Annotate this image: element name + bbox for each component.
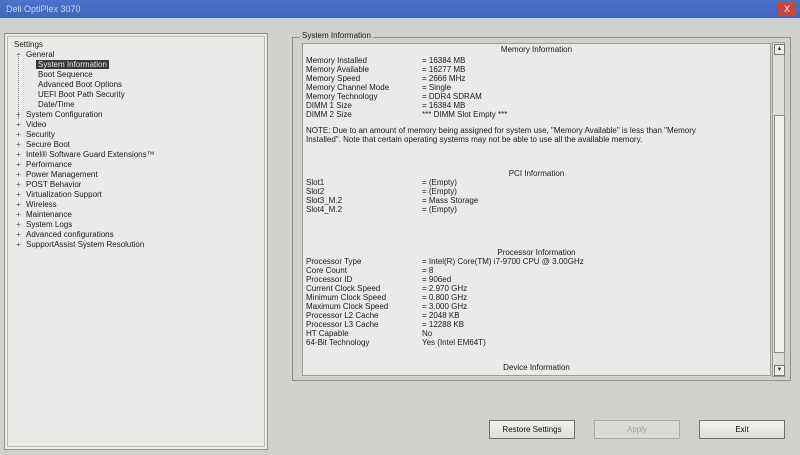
info-row: Memory Installed = 16384 MB [306,56,466,65]
tree-item-system-configuration[interactable]: + System Configuration [12,110,157,120]
tree-item-wireless[interactable]: + Wireless [12,200,157,210]
tree-item-boot-sequence[interactable]: Boot Sequence [12,70,157,80]
info-row: Minimum Clock Speed = 0.800 GHz [306,293,468,302]
tree-root-label: Settings [14,40,43,49]
memory-section-title: Memory Information [500,45,573,54]
expand-icon[interactable]: + [16,200,24,210]
tree-item-power-management[interactable]: + Power Management [12,170,157,180]
scroll-thumb[interactable] [774,115,785,353]
info-row: Memory Technology = DDR4 SDRAM [306,92,482,101]
info-row: HT Capable No [306,329,433,338]
expand-icon[interactable]: + [16,120,24,130]
expand-icon[interactable]: + [16,170,24,180]
apply-button[interactable]: Apply [594,420,680,439]
tree-item-sgx[interactable]: + Intel® Software Guard Extensions™ [12,150,157,160]
scroll-up-icon[interactable]: ▲ [774,44,785,55]
info-row: Memory Speed = 2666 MHz [306,74,466,83]
tree-item-date-time[interactable]: Date/Time [12,100,157,110]
collapse-icon[interactable]: − [16,50,24,60]
expand-icon[interactable]: + [16,210,24,220]
tree-item-virtualization-support[interactable]: + Virtualization Support [12,190,157,200]
expand-icon[interactable]: + [16,110,24,120]
expand-icon[interactable]: + [16,130,24,140]
device-section-title: Device Information [503,363,570,372]
info-row: DIMM 1 Size = 16384 MB [306,101,466,110]
expand-icon[interactable]: + [16,140,24,150]
info-row: Slot4_M.2 = (Empty) [306,205,457,214]
tree-item-system-information[interactable]: System Information [12,60,157,70]
settings-tree-panel: Settings − General System Information Boo… [4,33,268,450]
content-scrollbar[interactable]: ▲ ▼ [772,42,785,377]
tree-item-performance[interactable]: + Performance [12,160,157,170]
info-row: Slot1 = (Empty) [306,178,457,187]
tree-item-general[interactable]: − General [12,50,157,60]
tree-item-uefi-boot-path-security[interactable]: UEFI Boot Path Security [12,90,157,100]
info-row: Processor L2 Cache = 2048 KB [306,311,460,320]
tree-item-maintenance[interactable]: + Maintenance [12,210,157,220]
info-row: DIMM 2 Size *** DIMM Slot Empty *** [306,110,508,119]
tree-item-advanced-configurations[interactable]: + Advanced configurations [12,230,157,240]
settings-tree-frame: Settings − General System Information Boo… [7,36,265,447]
expand-icon[interactable]: + [16,160,24,170]
settings-tree: Settings − General System Information Boo… [12,40,157,250]
info-row: Processor L3 Cache = 12288 KB [306,320,465,329]
info-row: Slot3_M.2 = Mass Storage [306,196,479,205]
system-information-content: Memory Information Memory Installed = 163… [302,43,771,376]
expand-icon[interactable]: + [16,220,24,230]
info-row: Memory Available = 16277 MB [306,65,466,74]
restore-settings-button[interactable]: Restore Settings [489,420,575,439]
exit-button[interactable]: Exit [699,420,785,439]
tree-item-advanced-boot-options[interactable]: Advanced Boot Options [12,80,157,90]
close-button[interactable]: X [778,2,796,16]
info-row: Slot2 = (Empty) [306,187,457,196]
info-row: Maximum Clock Speed = 3.000 GHz [306,302,468,311]
window-title: Dell OptiPlex 3070 [6,4,81,14]
info-row: Processor ID = 906ed [306,275,452,284]
tree-root: Settings [12,40,157,50]
info-row: Memory Channel Mode = Single [306,83,452,92]
title-bar: Dell OptiPlex 3070 X [0,0,800,18]
info-row: Core Count = 8 [306,266,434,275]
expand-icon[interactable]: + [16,240,24,250]
group-legend: System Information [300,31,373,41]
tree-item-post-behavior[interactable]: + POST Behavior [12,180,157,190]
memory-note: NOTE: Due to an amount of memory being a… [306,126,696,144]
expand-icon[interactable]: + [16,180,24,190]
tree-item-secure-boot[interactable]: + Secure Boot [12,140,157,150]
expand-icon[interactable]: + [16,190,24,200]
info-row: Processor Type = Intel(R) Core(TM) i7-970… [306,257,584,266]
expand-icon[interactable]: + [16,230,24,240]
info-row: 64-Bit Technology Yes (Intel EM64T) [306,338,486,347]
tree-item-video[interactable]: + Video [12,120,157,130]
tree-item-security[interactable]: + Security [12,130,157,140]
scroll-down-icon[interactable]: ▼ [774,365,785,376]
info-row: Current Clock Speed = 2.970 GHz [306,284,468,293]
tree-item-supportassist[interactable]: + SupportAssist System Resolution [12,240,157,250]
expand-icon[interactable]: + [16,150,24,160]
tree-item-system-logs[interactable]: + System Logs [12,220,157,230]
